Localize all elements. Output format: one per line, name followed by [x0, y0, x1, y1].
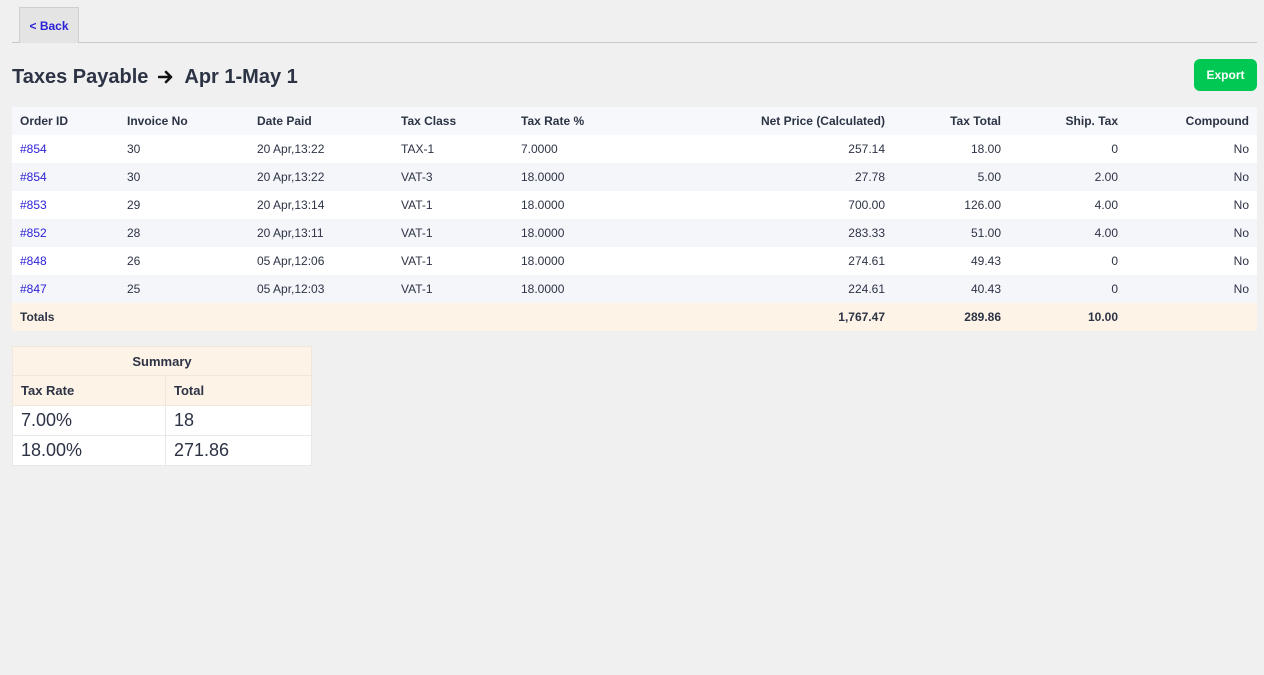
order-id-link[interactable]: #853 — [20, 198, 47, 212]
cell-compound: No — [1233, 254, 1249, 268]
table-row: #847 25 05 Apr,12:03 VAT-1 18.0000 224.61 40.4… — [12, 275, 1257, 303]
cell-invoice-no: 26 — [127, 254, 141, 268]
cell-tax-class: VAT-3 — [401, 170, 433, 184]
taxes-table: Order ID Invoice No Date Paid Tax Class … — [12, 107, 1257, 331]
page-title: Taxes Payable Apr 1-May 1 — [12, 62, 298, 92]
table-row: #853 29 20 Apr,13:14 VAT-1 18.0000 700.00 126.… — [12, 191, 1257, 219]
cell-tax-rate: 7.0000 — [521, 142, 558, 156]
summary-rate: 18.00% — [12, 435, 166, 466]
totals-ship-tax: 10.00 — [1087, 310, 1118, 324]
summary-table: Summary Tax Rate Total 7.00% 18 18.00% 2… — [12, 346, 312, 466]
summary-total: 18 — [165, 405, 312, 436]
cell-compound: No — [1233, 170, 1249, 184]
top-nav-bar: < Back — [12, 0, 1257, 43]
cell-net-price: 257.14 — [848, 142, 885, 156]
cell-net-price: 274.61 — [848, 254, 885, 268]
summary-col-total: Total — [165, 375, 312, 406]
period-range: Apr 1-May 1 — [184, 65, 298, 88]
cell-date-paid: 05 Apr,12:03 — [257, 282, 325, 296]
col-tax-class: Tax Class — [401, 114, 457, 128]
summary-row: 18.00% 271.86 — [12, 435, 312, 466]
summary-total: 271.86 — [165, 435, 312, 466]
cell-tax-total: 49.43 — [970, 254, 1001, 268]
cell-tax-rate: 18.0000 — [521, 170, 565, 184]
summary-rate: 7.00% — [12, 405, 166, 436]
col-date-paid: Date Paid — [257, 114, 312, 128]
cell-net-price: 283.33 — [848, 226, 885, 240]
cell-tax-total: 5.00 — [977, 170, 1001, 184]
col-tax-rate: Tax Rate % — [521, 114, 585, 128]
cell-net-price: 700.00 — [848, 198, 885, 212]
cell-tax-total: 40.43 — [970, 282, 1001, 296]
table-row: #852 28 20 Apr,13:11 VAT-1 18.0000 283.33 51.0… — [12, 219, 1257, 247]
cell-tax-class: VAT-1 — [401, 282, 433, 296]
col-net-price: Net Price (Calculated) — [760, 114, 885, 128]
table-row: #848 26 05 Apr,12:06 VAT-1 18.0000 274.61 49.4… — [12, 247, 1257, 275]
order-id-link[interactable]: #852 — [20, 226, 47, 240]
cell-compound: No — [1233, 282, 1249, 296]
cell-net-price: 224.61 — [848, 282, 885, 296]
cell-invoice-no: 30 — [127, 170, 141, 184]
order-id-link[interactable]: #848 — [20, 254, 47, 268]
cell-compound: No — [1233, 198, 1249, 212]
cell-net-price: 27.78 — [854, 170, 885, 184]
order-id-link[interactable]: #854 — [20, 170, 47, 184]
back-button[interactable]: < Back — [19, 7, 79, 43]
cell-tax-rate: 18.0000 — [521, 282, 565, 296]
summary-col-tax-rate: Tax Rate — [12, 375, 166, 406]
col-compound: Compound — [1185, 114, 1249, 128]
cell-ship-tax: 0 — [1111, 254, 1118, 268]
cell-date-paid: 05 Apr,12:06 — [257, 254, 325, 268]
cell-order-id: #847 — [12, 275, 119, 303]
order-id-link[interactable]: #847 — [20, 282, 47, 296]
cell-ship-tax: 0 — [1111, 282, 1118, 296]
page-title-text: Taxes Payable — [12, 65, 149, 88]
cell-tax-class: VAT-1 — [401, 254, 433, 268]
cell-date-paid: 20 Apr,13:14 — [257, 198, 325, 212]
cell-invoice-no: 29 — [127, 198, 141, 212]
cell-invoice-no: 28 — [127, 226, 141, 240]
totals-net-price: 1,767.47 — [838, 310, 885, 324]
order-id-link[interactable]: #854 — [20, 142, 47, 156]
cell-date-paid: 20 Apr,13:11 — [257, 226, 324, 240]
totals-tax-total: 289.86 — [964, 310, 1001, 324]
cell-order-id: #853 — [12, 191, 119, 219]
cell-tax-total: 51.00 — [970, 226, 1001, 240]
cell-compound: No — [1233, 142, 1249, 156]
table-header-row: Order ID Invoice No Date Paid Tax Class … — [12, 107, 1257, 135]
cell-tax-class: VAT-1 — [401, 226, 433, 240]
summary-row: 7.00% 18 — [12, 405, 312, 436]
cell-date-paid: 20 Apr,13:22 — [257, 170, 325, 184]
cell-order-id: #854 — [12, 135, 119, 163]
cell-invoice-no: 30 — [127, 142, 141, 156]
cell-ship-tax: 4.00 — [1094, 226, 1118, 240]
cell-order-id: #854 — [12, 163, 119, 191]
table-row: #854 30 20 Apr,13:22 VAT-3 18.0000 27.78 5.00 2… — [12, 163, 1257, 191]
cell-tax-rate: 18.0000 — [521, 226, 565, 240]
cell-ship-tax: 2.00 — [1094, 170, 1118, 184]
col-order-id: Order ID — [20, 114, 69, 128]
summary-caption: Summary — [12, 346, 312, 376]
cell-ship-tax: 4.00 — [1094, 198, 1118, 212]
cell-tax-total: 126.00 — [964, 198, 1001, 212]
cell-tax-class: VAT-1 — [401, 198, 433, 212]
cell-order-id: #848 — [12, 247, 119, 275]
col-tax-total: Tax Total — [950, 114, 1001, 128]
col-ship-tax: Ship. Tax — [1065, 114, 1118, 128]
cell-compound: No — [1233, 226, 1249, 240]
col-invoice-no: Invoice No — [127, 114, 188, 128]
arrow-right-icon — [158, 69, 174, 85]
cell-tax-class: TAX-1 — [401, 142, 435, 156]
cell-tax-total: 18.00 — [970, 142, 1001, 156]
export-button[interactable]: Export — [1194, 59, 1257, 91]
cell-order-id: #852 — [12, 219, 119, 247]
table-row: #854 30 20 Apr,13:22 TAX-1 7.0000 257.14 18.00… — [12, 135, 1257, 163]
totals-row: Totals 1,767.47 289.86 10.00 — [12, 303, 1257, 331]
cell-tax-rate: 18.0000 — [521, 198, 565, 212]
cell-date-paid: 20 Apr,13:22 — [257, 142, 325, 156]
cell-ship-tax: 0 — [1111, 142, 1118, 156]
cell-tax-rate: 18.0000 — [521, 254, 565, 268]
cell-invoice-no: 25 — [127, 282, 141, 296]
totals-label: Totals — [20, 310, 55, 324]
